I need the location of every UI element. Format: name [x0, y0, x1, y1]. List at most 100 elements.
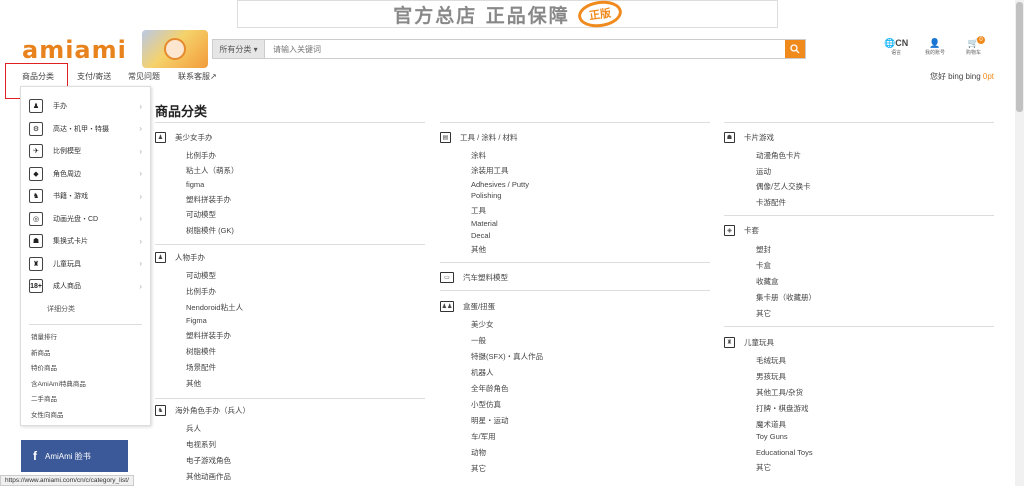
nav-payment[interactable]: 支付/寄送	[77, 71, 111, 82]
subcategory-link[interactable]: 塑料拼装手办	[186, 194, 231, 205]
subcategory-link[interactable]: 粘土人（萌系）	[186, 165, 239, 176]
banner-text: 官方总店 正品保障	[393, 4, 570, 27]
subcategory-link[interactable]: 一般	[471, 335, 486, 346]
subcategory-link[interactable]: 打牌・棋盘游戏	[756, 403, 809, 414]
subcategory-link[interactable]: 车/军用	[471, 431, 496, 442]
subcategory-link[interactable]: Decal	[471, 231, 490, 240]
scrollbar-thumb[interactable]	[1016, 2, 1023, 112]
category-character-figures[interactable]: ♟ 人物手办	[155, 252, 205, 263]
menu-item-books-games[interactable]: ♞ 书籍・游戏 ›	[21, 185, 150, 208]
section-divider	[724, 326, 994, 327]
subcategory-link[interactable]: 树脂模件 (GK)	[186, 225, 234, 236]
menu-item-kids-toys[interactable]: ♜ 儿童玩具 ›	[21, 253, 150, 276]
subcategory-link[interactable]: 运动	[756, 166, 771, 177]
menu-item-character-goods[interactable]: ◆ 角色周边 ›	[21, 163, 150, 186]
subcategory-link[interactable]: 工具	[471, 205, 486, 216]
subcategory-link[interactable]: Toy Guns	[756, 432, 788, 441]
subcategory-link[interactable]: 偶像/艺人交换卡	[756, 181, 811, 192]
subcategory-link[interactable]: 塑封	[756, 244, 771, 255]
subcategory-link[interactable]: 收藏盒	[756, 276, 779, 287]
top-banner[interactable]: 官方总店 正品保障 正版	[237, 0, 778, 30]
subcategory-link[interactable]: 毛绒玩具	[756, 355, 786, 366]
search-input[interactable]	[265, 40, 785, 58]
menu-link-female[interactable]: 女性向商品	[21, 406, 150, 422]
cart-button[interactable]: 🛒 购物车 0	[966, 36, 986, 56]
subcategory-link[interactable]: 兵人	[186, 423, 201, 434]
section-divider	[155, 244, 425, 245]
subcategory-link[interactable]: 明星・运动	[471, 415, 509, 426]
menu-item-anime-cd[interactable]: ◎ 动画光盘・CD ›	[21, 208, 150, 231]
subcategory-link[interactable]: 其他	[471, 244, 486, 255]
subcategory-link[interactable]: 魔术道具	[756, 419, 786, 430]
subcategory-link[interactable]: 集卡册（收藏册）	[756, 292, 816, 303]
site-logo[interactable]: amiami	[22, 36, 127, 64]
subcategory-link[interactable]: 树脂模件	[186, 346, 216, 357]
chevron-right-icon: ›	[139, 281, 142, 291]
subcategory-link[interactable]: 比例手办	[186, 150, 216, 161]
subcategory-link[interactable]: Figma	[186, 316, 207, 325]
subcategory-link[interactable]: 比例手办	[186, 286, 216, 297]
subcategory-link[interactable]: 电视系列	[186, 439, 216, 450]
subcategory-link[interactable]: 可动模型	[186, 270, 216, 281]
subcategory-link[interactable]: 卡盒	[756, 260, 771, 271]
subcategory-link[interactable]: 全年龄角色	[471, 383, 509, 394]
menu-detail-categories[interactable]: 详细分类	[21, 298, 150, 320]
menu-item-scale-models[interactable]: ✈ 比例模型 ›	[21, 140, 150, 163]
subcategory-link[interactable]: Educational Toys	[756, 448, 813, 457]
subcategory-link[interactable]: 涂料	[471, 150, 486, 161]
subcategory-link[interactable]: 特摄(SFX)・真人作品	[471, 351, 543, 362]
category-card-games[interactable]: ☗ 卡片游戏	[724, 132, 774, 143]
subcategory-link[interactable]: 塑料拼装手办	[186, 330, 231, 341]
menu-link-ranking[interactable]: 销量排行	[21, 329, 150, 345]
subcategory-link[interactable]: 其它	[756, 308, 771, 319]
menu-item-figures[interactable]: ♟ 手办 ›	[21, 95, 150, 118]
subcategory-link[interactable]: Adhesives / Putty	[471, 180, 529, 189]
category-bishoujo-figures[interactable]: ♟ 美少女手办	[155, 132, 213, 143]
menu-link-new[interactable]: 新商品	[21, 344, 150, 360]
menu-item-adult[interactable]: 18+ 成人商品 ›	[21, 275, 150, 298]
subcategory-link[interactable]: 电子游戏角色	[186, 455, 231, 466]
language-selector[interactable]: 🌐CN 语言	[884, 38, 908, 56]
category-blind-box[interactable]: ♟♟ 盒蛋/扭蛋	[440, 301, 495, 312]
subcategory-link[interactable]: 小型仿真	[471, 399, 501, 410]
toy-icon: ♜	[724, 337, 735, 348]
menu-item-trading-cards[interactable]: ☗ 集换式卡片 ›	[21, 230, 150, 253]
subcategory-link[interactable]: figma	[186, 180, 204, 189]
nav-category[interactable]: 商品分类	[22, 71, 54, 82]
subcategory-link[interactable]: Nendoroid粘土人	[186, 302, 243, 313]
menu-link-bonus[interactable]: 含AmiAmi特典商品	[21, 375, 150, 391]
subcategory-link[interactable]: 其它	[471, 463, 486, 474]
subcategory-link[interactable]: 场景配件	[186, 362, 216, 373]
menu-item-gundam[interactable]: ⚙ 高达・机甲・特摄 ›	[21, 118, 150, 141]
subcategory-link[interactable]: 男孩玩具	[756, 371, 786, 382]
subcategory-link[interactable]: 卡游配件	[756, 197, 786, 208]
subcategory-link[interactable]: Material	[471, 219, 498, 228]
category-car-models[interactable]: ▭ 汽车塑料模型	[440, 272, 508, 283]
category-kids-toys[interactable]: ♜ 儿童玩具	[724, 337, 774, 348]
subcategory-link[interactable]: 美少女	[471, 319, 494, 330]
subcategory-link[interactable]: 其他	[186, 378, 201, 389]
search-button[interactable]	[785, 40, 805, 58]
subcategory-link[interactable]: 动漫角色卡片	[756, 150, 801, 161]
menu-link-used[interactable]: 二手商品	[21, 391, 150, 407]
subcategory-link[interactable]: 其他工具/杂货	[756, 387, 803, 398]
subcategory-link[interactable]: 涂装用工具	[471, 165, 509, 176]
category-sleeves[interactable]: ◈ 卡套	[724, 225, 759, 236]
figure-icon: ♟	[155, 132, 166, 143]
subcategory-link[interactable]: Polishing	[471, 191, 501, 200]
nav-faq[interactable]: 常见问题	[128, 71, 160, 82]
menu-link-sale[interactable]: 特价商品	[21, 360, 150, 376]
category-overseas-figures[interactable]: ♞ 海外角色手办（兵人）	[155, 405, 250, 416]
category-tools-paint[interactable]: ▤ 工具 / 涂料 / 材料	[440, 132, 518, 143]
search-category-select[interactable]: 所有分类 ▾	[213, 40, 265, 58]
subcategory-link[interactable]: 其他动画作品	[186, 471, 231, 482]
subcategory-link[interactable]: 可动模型	[186, 209, 216, 220]
account-button[interactable]: 👤 我的账号	[925, 38, 945, 56]
subcategory-link[interactable]: 动物	[471, 447, 486, 458]
category-dropdown-menu: ♟ 手办 › ⚙ 高达・机甲・特摄 › ✈ 比例模型 › ◆ 角色周边 › ♞ 书籍・游戏 › ◎ 动…	[20, 86, 151, 426]
nav-contact[interactable]: 联系客服↗	[178, 71, 217, 82]
page-scrollbar[interactable]	[1015, 0, 1024, 486]
subcategory-link[interactable]: 机器人	[471, 367, 494, 378]
subcategory-link[interactable]: 其它	[756, 462, 771, 473]
facebook-button[interactable]: f AmiAmi 脸书	[21, 440, 128, 472]
